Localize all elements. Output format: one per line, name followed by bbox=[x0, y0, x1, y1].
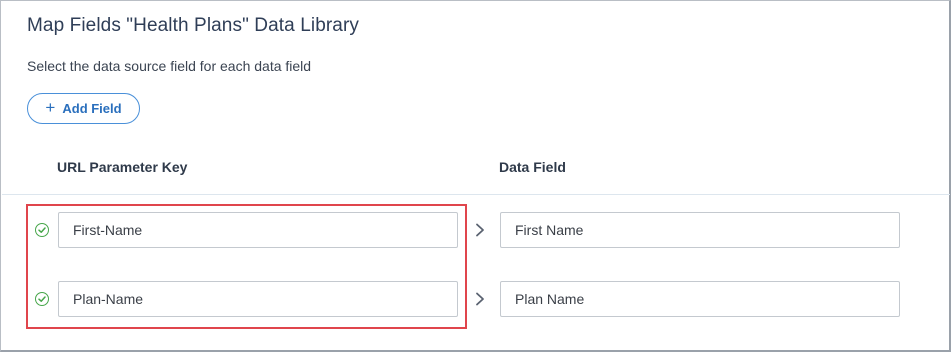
add-field-button[interactable]: + Add Field bbox=[27, 93, 140, 124]
column-header-data-field: Data Field bbox=[499, 159, 566, 175]
column-header-url-parameter-key: URL Parameter Key bbox=[57, 159, 188, 175]
header-divider bbox=[2, 194, 950, 195]
dialog-subtitle: Select the data source field for each da… bbox=[27, 58, 312, 74]
url-parameter-key-input[interactable]: First-Name bbox=[58, 212, 458, 248]
data-field-input[interactable]: Plan Name bbox=[500, 281, 900, 317]
map-fields-dialog: Map Fields "Health Plans" Data Library S… bbox=[0, 0, 951, 352]
dialog-title: Map Fields "Health Plans" Data Library bbox=[27, 15, 359, 36]
data-field-input[interactable]: First Name bbox=[500, 212, 900, 248]
check-circle-icon bbox=[35, 292, 49, 306]
chevron-right-icon bbox=[476, 223, 484, 237]
url-parameter-key-input[interactable]: Plan-Name bbox=[58, 281, 458, 317]
plus-icon: + bbox=[45, 97, 56, 117]
add-field-label: Add Field bbox=[62, 101, 122, 116]
chevron-right-icon bbox=[476, 292, 484, 306]
check-circle-icon bbox=[35, 223, 49, 237]
